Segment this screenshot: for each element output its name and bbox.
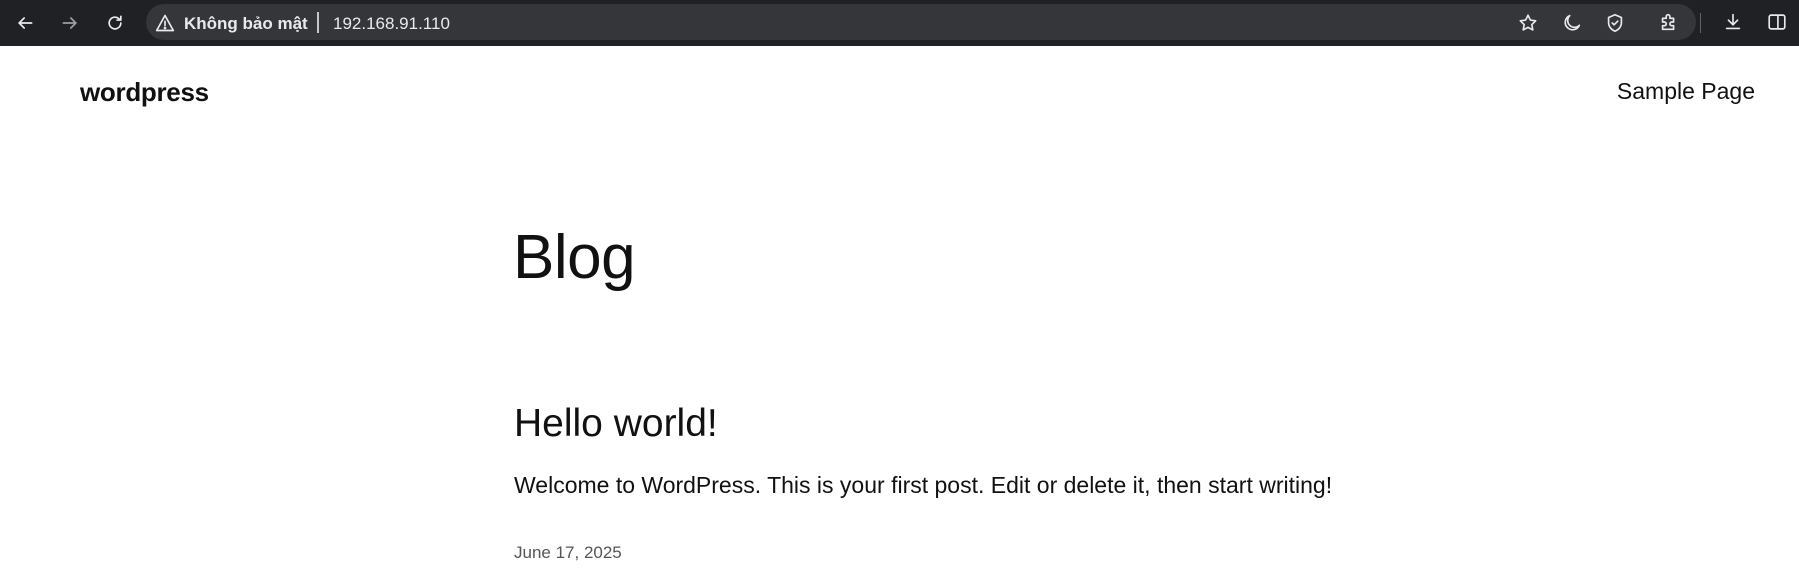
shield-icon bbox=[1607, 13, 1623, 33]
reload-button[interactable] bbox=[100, 8, 130, 38]
forward-button[interactable] bbox=[55, 8, 85, 38]
forward-arrow-icon bbox=[62, 17, 77, 29]
back-arrow-icon bbox=[18, 17, 33, 29]
download-icon bbox=[1725, 13, 1741, 30]
post-date-link[interactable]: June 17, 2025 bbox=[514, 543, 622, 563]
web-page: wordpress Sample Page Blog Hello world! … bbox=[0, 46, 1799, 581]
star-icon bbox=[1519, 14, 1537, 31]
nav-link-sample-page[interactable]: Sample Page bbox=[1617, 78, 1755, 105]
post-title-link[interactable]: Hello world! bbox=[514, 402, 718, 446]
downloads-button[interactable] bbox=[1722, 11, 1744, 33]
address-bar[interactable]: Không bảo mật 192.168.91.110 bbox=[146, 4, 1696, 40]
bookmark-button[interactable] bbox=[1517, 12, 1539, 34]
extensions-button[interactable] bbox=[1658, 11, 1680, 33]
toolbar-divider bbox=[1700, 13, 1701, 33]
omnibox-divider bbox=[317, 12, 319, 33]
side-panel-icon bbox=[1768, 14, 1786, 30]
side-panel-button[interactable] bbox=[1766, 11, 1788, 33]
site-title-link[interactable]: wordpress bbox=[80, 77, 209, 108]
warning-triangle-icon[interactable] bbox=[155, 13, 175, 33]
post-excerpt: Welcome to WordPress. This is your first… bbox=[514, 472, 1333, 498]
back-button[interactable] bbox=[10, 8, 40, 38]
browser-toolbar: Không bảo mật 192.168.91.110 bbox=[0, 0, 1799, 46]
shield-extension-button[interactable] bbox=[1604, 12, 1626, 34]
dark-mode-button[interactable] bbox=[1561, 12, 1583, 34]
url-text[interactable]: 192.168.91.110 bbox=[333, 14, 450, 34]
moon-icon bbox=[1564, 14, 1581, 31]
puzzle-icon bbox=[1661, 13, 1675, 31]
page-title: Blog bbox=[513, 223, 636, 292]
reload-icon bbox=[108, 15, 122, 30]
security-status-label[interactable]: Không bảo mật bbox=[184, 14, 308, 34]
